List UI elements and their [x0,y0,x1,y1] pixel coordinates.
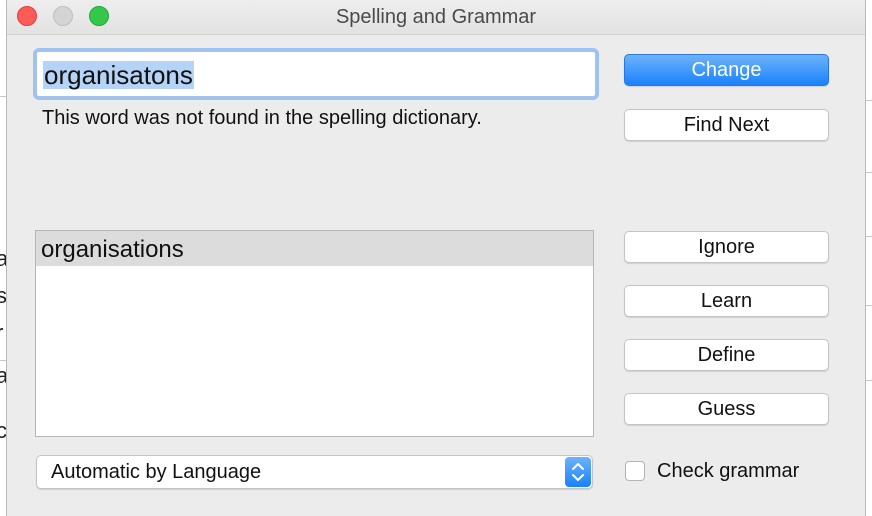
learn-button[interactable]: Learn [624,285,829,317]
check-grammar-checkbox[interactable] [625,461,645,481]
misspelled-word-field[interactable]: organisatons [36,51,596,97]
up-down-chevron-icon [565,457,591,487]
ignore-button[interactable]: Ignore [624,231,829,263]
define-button[interactable]: Define [624,339,829,371]
suggestions-list[interactable]: organisations [35,230,594,437]
background-glyph: r [0,322,3,344]
title-bar: Spelling and Grammar [7,0,865,35]
status-message: This word was not found in the spelling … [42,107,482,129]
window-title: Spelling and Grammar [335,6,537,28]
misspelled-word-text: organisatons [43,60,194,90]
guess-button[interactable]: Guess [624,393,829,425]
check-grammar-label[interactable]: Check grammar [657,460,799,483]
suggestion-item[interactable]: organisations [36,231,593,266]
find-next-button[interactable]: Find Next [624,109,829,141]
spelling-grammar-window: Spelling and Grammar organisatons This w… [6,0,866,516]
change-button[interactable]: Change [624,54,829,86]
language-select-value: Automatic by Language [51,461,262,483]
language-select[interactable]: Automatic by Language [36,455,593,489]
